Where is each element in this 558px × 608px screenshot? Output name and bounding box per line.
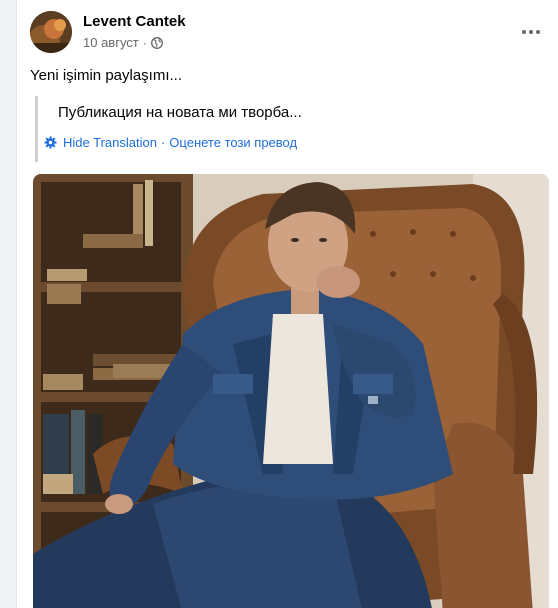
- more-horizontal-icon: [521, 22, 541, 40]
- more-options-button[interactable]: [515, 17, 547, 45]
- page-background-strip: [0, 0, 16, 608]
- translation-block: Публикация на новата ми творба... Hide T…: [35, 96, 475, 162]
- author-avatar[interactable]: [30, 11, 72, 53]
- meta-separator: ·: [142, 35, 147, 50]
- post-header: Levent Cantek 10 август ·: [30, 11, 558, 55]
- globe-icon[interactable]: [150, 36, 163, 49]
- post-photo[interactable]: [33, 174, 549, 608]
- author-name[interactable]: Levent Cantek: [83, 13, 186, 30]
- post-card: Levent Cantek 10 август · Yeni işimin pa…: [16, 0, 558, 608]
- translation-separator: ·: [160, 135, 166, 150]
- translation-text: Публикация на новата ми творба...: [58, 104, 302, 121]
- gear-icon[interactable]: [44, 136, 57, 149]
- post-text: Yeni işimin paylaşımı...: [30, 67, 183, 84]
- post-meta: 10 август ·: [83, 35, 163, 50]
- hide-translation-link[interactable]: Hide Translation: [63, 135, 157, 150]
- rate-translation-link[interactable]: Оценете този превод: [169, 135, 297, 150]
- post-date[interactable]: 10 август: [83, 35, 139, 50]
- translation-actions: Hide Translation · Оценете този превод: [44, 135, 297, 150]
